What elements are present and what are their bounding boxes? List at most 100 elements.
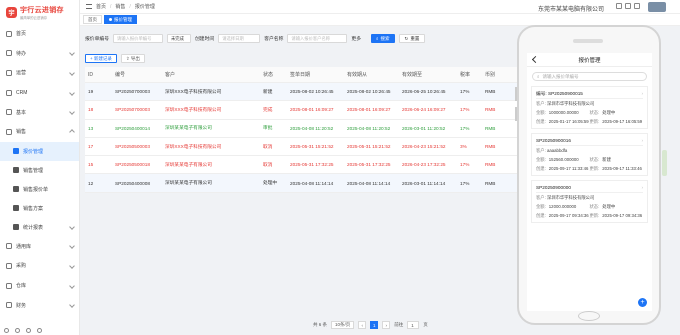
header-valid-from[interactable]: 有效期从: [344, 71, 399, 78]
tab-home[interactable]: 首页: [83, 15, 102, 24]
header-no[interactable]: 编号: [112, 71, 162, 78]
cell-valid-to: 2026-03-01 11:20:52: [402, 125, 446, 131]
status-select[interactable]: 未完成: [167, 34, 191, 43]
menu-toggle-icon[interactable]: [86, 4, 92, 9]
operations-icon: [6, 69, 12, 76]
breadcrumb-home[interactable]: 首页: [96, 3, 106, 10]
sidebar-item-home[interactable]: 首页: [0, 24, 79, 44]
cell-id: 19: [88, 89, 94, 95]
sidebar-item-operations[interactable]: 运营: [0, 63, 79, 83]
header-customer[interactable]: 客户: [162, 71, 260, 78]
help-icon[interactable]: [26, 328, 31, 333]
cell-valid-to: 2026-06-25 10:26:45: [402, 89, 446, 95]
side-widget[interactable]: [662, 150, 667, 176]
header-id[interactable]: ID: [85, 72, 112, 78]
cell-id: 15: [88, 162, 94, 168]
new-record-button[interactable]: + 新建记录: [85, 54, 117, 63]
sidebar-sub-sales-manage[interactable]: 销售管理: [0, 161, 79, 180]
cell-no: SP20250700003: [115, 89, 150, 95]
phone-speaker: [573, 39, 603, 43]
cell-status: 处理中: [263, 180, 278, 186]
table-row[interactable]: 19 SP20250700003 深圳XXX电子科技有限公司 新建 2025-08-02…: [85, 83, 520, 102]
sidebar-sub-sales-plan[interactable]: 销售方案: [0, 199, 79, 218]
table-row[interactable]: 18 SP20250700003 深圳XXX电子科技有限公司 完成 2025-08-01…: [85, 101, 520, 120]
logo-subtitle: 最简单的云进销存: [20, 15, 48, 20]
cell-sign-date: 2025-04-08 11:14:14: [290, 180, 334, 186]
header-sign-date[interactable]: 签单日期: [287, 71, 344, 78]
avatar[interactable]: [648, 2, 666, 12]
search-icon[interactable]: [616, 3, 622, 9]
page-size-select[interactable]: 10条/页: [331, 321, 355, 329]
goto-input[interactable]: 1: [407, 321, 420, 329]
mobile-quote-card[interactable]: SP20250900000 › 客户: 深圳市华宇科技有限公司 金额: 12000.00…: [531, 180, 648, 223]
cell-valid-to: 2026-06-24 16:09:27: [402, 107, 446, 113]
cell-valid-from: 2025-04-08 11:14:14: [347, 180, 391, 186]
add-fab-button[interactable]: +: [638, 298, 647, 307]
quote-no-input[interactable]: 请输入报价单编号: [113, 34, 163, 43]
cell-no: SP20250700003: [115, 107, 150, 113]
filter-bar: 报价单编号 请输入报价单编号 未完成 创建时间 请选择日期 客户名称 请输入报价…: [85, 34, 426, 43]
customer-input[interactable]: 请输入报价客户名称: [287, 34, 348, 43]
sidebar-item-crm[interactable]: CRM: [0, 83, 79, 103]
card-date-line: 创建: 2025-09-17 11:33:46 更新: 2025-09-17 11:3…: [536, 165, 642, 171]
cell-tax: 17%: [460, 89, 470, 95]
action-bar: + 新建记录 ⇪ 导出: [85, 54, 145, 63]
header-currency[interactable]: 币别: [482, 71, 512, 78]
header-tax[interactable]: 税率: [457, 71, 482, 78]
table-row[interactable]: 15 SP20250500018 深圳某某电子有限公司 取消 2025-05-31 17…: [85, 156, 520, 175]
cell-customer: 深圳某某电子有限公司: [165, 125, 212, 131]
fullscreen-icon[interactable]: [625, 3, 631, 9]
breadcrumb-sales[interactable]: 销售: [115, 3, 125, 10]
settings-icon[interactable]: [4, 328, 9, 333]
tab-quote-manage[interactable]: 报价管理: [104, 15, 137, 24]
sidebar-item-basic[interactable]: 基本: [0, 102, 79, 122]
goto-label: 前往: [394, 322, 404, 327]
common-icon: [6, 243, 12, 250]
cell-sign-date: 2025-04-08 11:20:52: [290, 125, 334, 131]
phone-volume-up: [515, 87, 517, 101]
cell-currency: RMB: [485, 89, 496, 95]
app-logo[interactable]: 宇 宇行云进销存 最简单的云进销存: [0, 0, 79, 24]
sidebar-item-purchase[interactable]: 采购: [0, 256, 79, 276]
collapse-icon[interactable]: [37, 328, 42, 333]
sidebar-item-warehouse[interactable]: 仓库: [0, 276, 79, 296]
mobile-quote-card[interactable]: SP20250900016 › 客户: aaaabbdfa 金额: 152560.000…: [531, 133, 648, 176]
quote-table: ID 编号 客户 状态 签单日期 有效期从 有效期至 税率 币别 19 SP202…: [85, 67, 520, 193]
prev-page-button[interactable]: ‹: [358, 321, 367, 329]
quote-no-label: 报价单编号: [85, 37, 109, 42]
date-input[interactable]: 请选择日期: [218, 34, 261, 43]
table-row[interactable]: 12 SP20250400008 深圳某某电子有限公司 处理中 2025-04-08 1…: [85, 174, 520, 193]
chevron-down-icon: [69, 109, 75, 116]
mobile-search-input[interactable]: ⌕ 请输入报价单编号: [532, 72, 647, 81]
header-valid-to[interactable]: 有效期至: [399, 71, 457, 78]
header-status[interactable]: 状态: [260, 71, 287, 78]
user-icon[interactable]: [15, 328, 20, 333]
bell-icon[interactable]: [634, 3, 640, 9]
cell-sign-date: 2025-08-02 10:26:45: [290, 89, 334, 95]
next-page-button[interactable]: ›: [382, 321, 391, 329]
mobile-quote-card[interactable]: 编号: SP20250900015 › 客户: 深圳市华宇科技有限公司 金额: 1000…: [531, 86, 648, 129]
reset-button[interactable]: ↻ 重置: [398, 34, 426, 43]
sidebar-item-todo[interactable]: 待办: [0, 44, 79, 64]
chevron-down-icon: [69, 224, 75, 230]
page-1-button[interactable]: 1: [370, 321, 379, 329]
sheet-icon: [13, 186, 19, 193]
sidebar-sub-reports[interactable]: 统计报表: [0, 218, 79, 237]
report-icon: [13, 224, 19, 231]
page-suffix: 页: [423, 322, 428, 327]
sidebar-item-finance[interactable]: 财务: [0, 295, 79, 315]
more-filters-link[interactable]: 更多: [351, 35, 361, 42]
sidebar-sub-sales-quote-sheet[interactable]: 销售报价单: [0, 180, 79, 199]
top-icons: [616, 3, 640, 9]
cell-currency: RMB: [485, 180, 496, 186]
export-button[interactable]: ⇪ 导出: [120, 54, 145, 63]
sidebar-item-sales[interactable]: 销售: [0, 122, 79, 142]
card-date-line: 创建: 2025-09-17 09:34:36 更新: 2025-09-17 09:3…: [536, 212, 643, 218]
table-row[interactable]: 17 SP20250500003 深圳XXX电子科技有限公司 取消 2025-05-31…: [85, 138, 520, 157]
sidebar-sub-quote[interactable]: 报价管理: [0, 141, 79, 161]
basic-icon: [6, 109, 12, 116]
search-button[interactable]: ⌕ 搜索: [371, 34, 395, 43]
sidebar-item-common[interactable]: 通用库: [0, 237, 79, 257]
table-row[interactable]: 13 SP20250400014 深圳某某电子有限公司 审批 2025-04-08 11…: [85, 120, 520, 138]
reset-icon: ↻: [404, 35, 409, 41]
